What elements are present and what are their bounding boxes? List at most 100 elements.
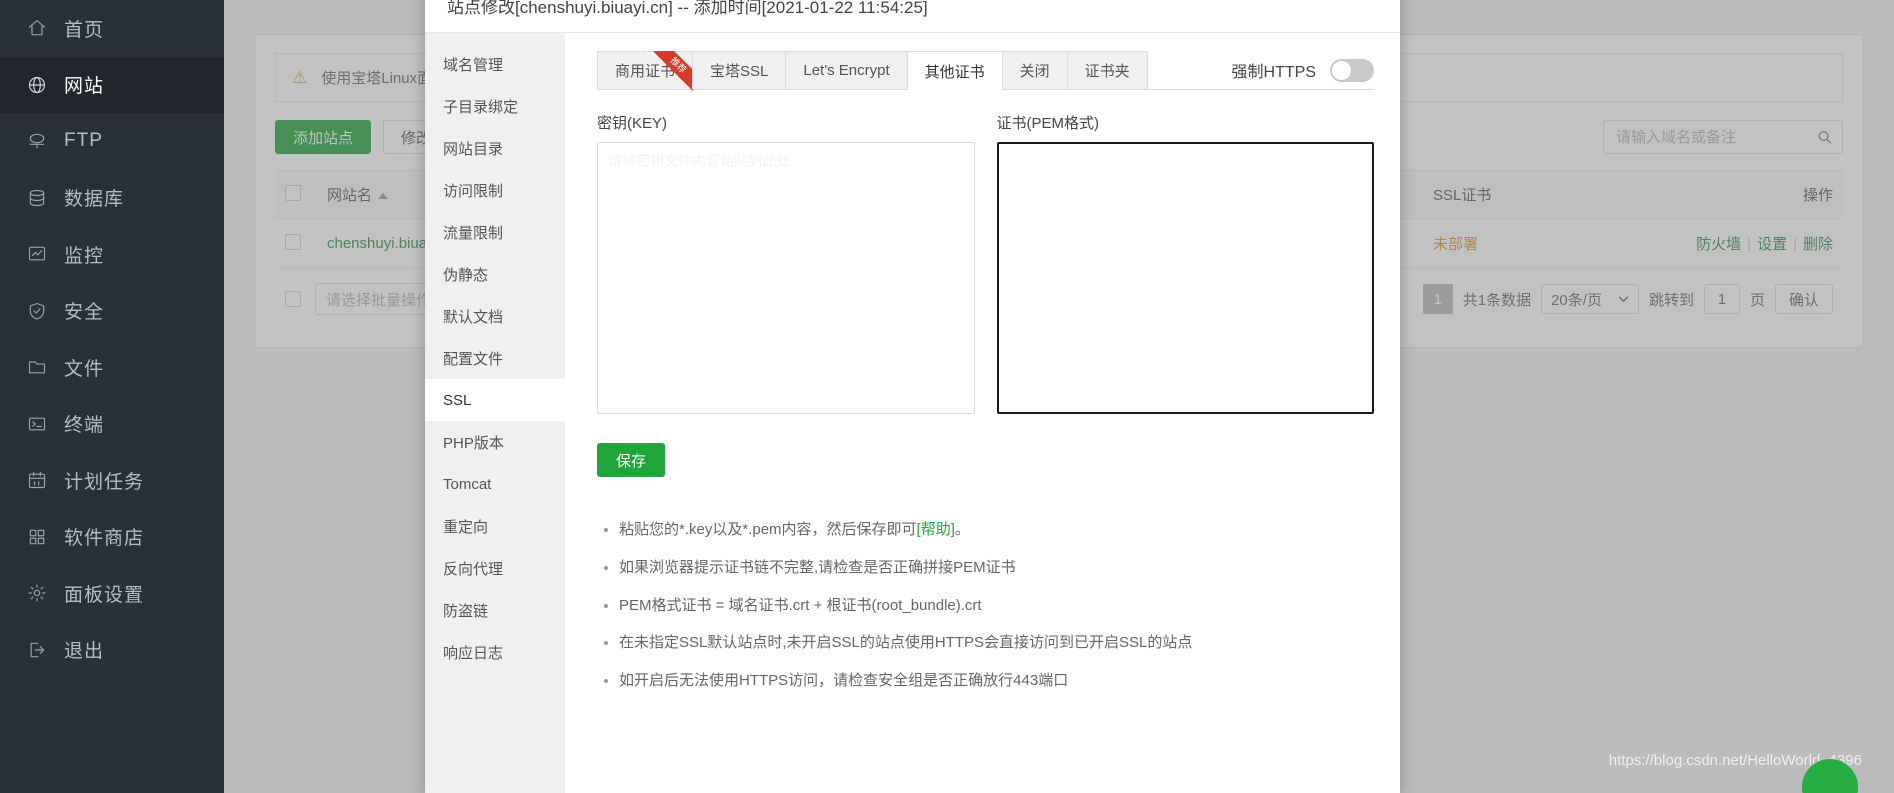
modal-menu-item-3[interactable]: 网站目录 xyxy=(425,127,565,169)
ssl-tab-1[interactable]: 商用证书 推荐 xyxy=(597,51,694,95)
modal-menu-item-13[interactable]: 反向代理 xyxy=(425,547,565,589)
modal-menu-item-8[interactable]: 配置文件 xyxy=(425,337,565,379)
modal-menu-item-7[interactable]: 默认文档 xyxy=(425,295,565,337)
modal-menu-item-label: 伪静态 xyxy=(443,266,489,284)
ssl-tip-suffix: 。 xyxy=(954,521,970,538)
modal-menu-item-label: PHP版本 xyxy=(443,434,504,452)
ssl-tip-text: 粘贴您的*.key以及*.pem内容，然后保存即可 xyxy=(619,521,917,538)
ssl-tab-label: 商用证书 xyxy=(615,63,676,80)
gear-icon xyxy=(26,582,48,604)
save-button[interactable]: 保存 xyxy=(597,443,666,477)
sidebar-item-9[interactable]: 计划任务 xyxy=(0,452,224,509)
sidebar-item-label: 终端 xyxy=(64,415,105,437)
modal-menu-item-label: 域名管理 xyxy=(443,56,504,74)
ssl-tab-2[interactable]: 宝塔SSL xyxy=(692,51,787,89)
sidebar-item-11[interactable]: 面板设置 xyxy=(0,565,224,622)
force-https-label: 强制HTTPS xyxy=(1231,64,1316,81)
ssl-tips-list: 粘贴您的*.key以及*.pem内容，然后保存即可[帮助]。如果浏览器提示证书链… xyxy=(597,519,1374,692)
sidebar-item-label: 安全 xyxy=(64,302,105,324)
key-textarea[interactable] xyxy=(597,142,975,414)
save-row: 保存 xyxy=(597,443,1374,477)
ssl-tab-label: 其他证书 xyxy=(924,63,985,81)
modal-menu-item-label: SSL xyxy=(443,391,472,409)
ssl-tab-3[interactable]: Let's Encrypt xyxy=(785,51,908,89)
modal-menu-item-5[interactable]: 流量限制 xyxy=(425,211,565,253)
modal-header: 站点修改[chenshuyi.biuayi.cn] -- 添加时间[2021-0… xyxy=(425,0,1400,33)
home-icon xyxy=(26,17,48,39)
sidebar-item-label: 数据库 xyxy=(64,189,125,211)
globe-icon xyxy=(26,74,48,96)
key-field-group: 密钥(KEY) xyxy=(597,112,975,419)
modal-menu-item-12[interactable]: 重定向 xyxy=(425,505,565,547)
modal-menu-item-label: 防盗链 xyxy=(443,602,489,620)
ssl-tab-6[interactable]: 证书夹 xyxy=(1066,51,1148,89)
ssl-tip-2: 如果浏览器提示证书链不完整,请检查是否正确拼接PEM证书 xyxy=(619,557,1374,579)
sidebar-item-label: 退出 xyxy=(64,641,105,663)
ssl-tip-text: 在未指定SSL默认站点时,未开启SSL的站点使用HTTPS会直接访问到已开启SS… xyxy=(619,634,1193,652)
pem-label: 证书(PEM格式) xyxy=(996,115,1100,132)
cert-fields: 密钥(KEY) 证书(PEM格式) xyxy=(597,112,1374,419)
modal-menu-item-label: Tomcat xyxy=(443,475,492,493)
modal-menu-item-label: 默认文档 xyxy=(443,308,504,326)
pem-field-group: 证书(PEM格式) xyxy=(996,112,1374,419)
modal-menu-item-15[interactable]: 响应日志 xyxy=(425,631,565,673)
sidebar-item-10[interactable]: 软件商店 xyxy=(0,509,224,566)
modal-menu-item-9[interactable]: SSL xyxy=(425,379,565,421)
ssl-tab-5[interactable]: 关闭 xyxy=(1001,51,1068,89)
help-link[interactable]: [帮助] xyxy=(917,521,955,538)
ssl-tab-4[interactable]: 其他证书 xyxy=(906,51,1003,90)
force-https-control[interactable]: 强制HTTPS xyxy=(1232,58,1374,89)
modal-menu-item-label: 子目录绑定 xyxy=(443,98,519,116)
sidebar-item-1[interactable]: 首页 xyxy=(0,0,224,57)
ssl-tip-5: 如开启后无法使用HTTPS访问，请检查安全组是否正确放行443端口 xyxy=(619,670,1374,692)
ssl-tip-text: 如开启后无法使用HTTPS访问，请检查安全组是否正确放行443端口 xyxy=(619,672,1069,689)
ssl-tip-text: PEM格式证书 = 域名证书.crt + 根证书(root_bundle).cr… xyxy=(619,596,982,614)
sidebar-item-6[interactable]: 安全 xyxy=(0,283,224,340)
modal-body: 域名管理子目录绑定网站目录访问限制流量限制伪静态默认文档配置文件 SSL PHP版本… xyxy=(425,33,1400,793)
modal-menu-item-6[interactable]: 伪静态 xyxy=(425,253,565,295)
modal-menu-item-1[interactable]: 域名管理 xyxy=(425,43,565,85)
sidebar-item-label: FTP xyxy=(64,130,103,152)
ssl-tip-4: 在未指定SSL默认站点时,未开启SSL的站点使用HTTPS会直接访问到已开启SS… xyxy=(619,632,1374,654)
modal-menu-item-label: 访问限制 xyxy=(443,182,504,200)
ftp-icon xyxy=(26,130,48,152)
ssl-tip-1: 粘贴您的*.key以及*.pem内容，然后保存即可[帮助]。 xyxy=(619,519,1374,541)
key-label: 密钥(KEY) xyxy=(597,115,668,132)
sidebar-item-label: 文件 xyxy=(64,358,105,380)
ssl-tabs: 商用证书 推荐 宝塔SSL Let's Encrypt 其他证书 关闭 证书夹 强制HTTP… xyxy=(597,51,1374,95)
modal-menu-item-11[interactable]: Tomcat xyxy=(425,463,565,505)
sidebar-item-label: 网站 xyxy=(64,76,105,98)
ssl-tab-label: 关闭 xyxy=(1019,63,1050,80)
sidebar-item-3[interactable]: FTP xyxy=(0,113,224,170)
modal-side-menu: 域名管理子目录绑定网站目录访问限制流量限制伪静态默认文档配置文件 SSL PHP版本… xyxy=(425,33,565,793)
sidebar-item-8[interactable]: 终端 xyxy=(0,396,224,453)
sidebar-item-4[interactable]: 数据库 xyxy=(0,170,224,227)
modal-main-panel: 商用证书 推荐 宝塔SSL Let's Encrypt 其他证书 关闭 证书夹 强制HTTP… xyxy=(565,33,1400,793)
pem-textarea[interactable] xyxy=(996,142,1374,414)
sidebar-item-12[interactable]: 退出 xyxy=(0,622,224,679)
ssl-tip-text: 如果浏览器提示证书链不完整,请检查是否正确拼接PEM证书 xyxy=(619,558,1016,576)
app-root: 首页 网站 FTP 数据库 监控 安全 文件 终端 计划任务 软件商店 面板设置 退出 ⚠ 使用宝塔L… xyxy=(0,0,1894,793)
sidebar-item-label: 面板设置 xyxy=(64,584,145,606)
modal-menu-item-label: 流量限制 xyxy=(443,224,504,242)
modal-menu-item-label: 重定向 xyxy=(443,518,489,536)
modal-menu-item-label: 反向代理 xyxy=(443,560,504,578)
modal-menu-item-10[interactable]: PHP版本 xyxy=(425,421,565,463)
monitor-icon xyxy=(26,243,48,265)
apps-icon xyxy=(26,526,48,548)
ssl-tab-label: 宝塔SSL xyxy=(710,63,769,80)
sidebar-item-2[interactable]: 网站 xyxy=(0,56,224,113)
modal-menu-item-label: 网站目录 xyxy=(443,140,504,158)
sidebar-item-label: 计划任务 xyxy=(64,471,145,493)
modal-menu-item-14[interactable]: 防盗链 xyxy=(425,589,565,631)
folder-icon xyxy=(26,356,48,378)
ssl-tab-label: Let's Encrypt xyxy=(803,62,890,79)
modal-menu-item-2[interactable]: 子目录绑定 xyxy=(425,85,565,127)
force-https-toggle[interactable] xyxy=(1330,58,1374,82)
toggle-knob xyxy=(1332,60,1351,80)
sidebar-item-7[interactable]: 文件 xyxy=(0,339,224,396)
sidebar-item-5[interactable]: 监控 xyxy=(0,226,224,283)
site-edit-modal: 站点修改[chenshuyi.biuayi.cn] -- 添加时间[2021-0… xyxy=(425,0,1400,793)
modal-menu-item-4[interactable]: 访问限制 xyxy=(425,169,565,211)
logout-icon xyxy=(26,639,48,661)
